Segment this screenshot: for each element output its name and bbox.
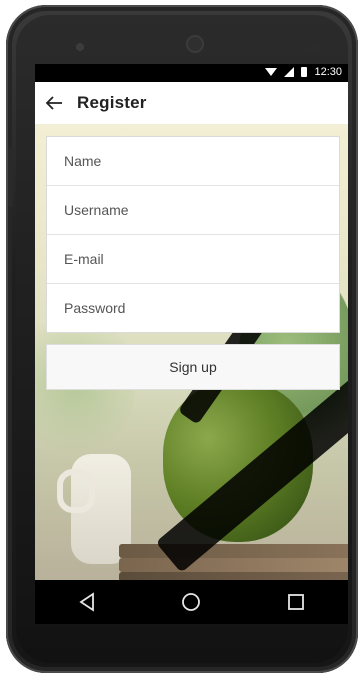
nav-back-button[interactable] bbox=[67, 582, 107, 622]
front-camera bbox=[76, 43, 84, 51]
username-field[interactable] bbox=[47, 186, 339, 235]
speaker-grille bbox=[186, 35, 204, 53]
content-area: Sign up bbox=[35, 124, 348, 580]
email-input[interactable] bbox=[62, 250, 316, 268]
arrow-left-icon bbox=[45, 96, 62, 110]
sign-up-button[interactable]: Sign up bbox=[46, 344, 340, 390]
status-bar: 12:30 bbox=[35, 64, 348, 82]
side-button bbox=[8, 147, 13, 207]
password-field[interactable] bbox=[47, 284, 339, 332]
home-circle-icon bbox=[182, 593, 201, 611]
teacup-handle bbox=[57, 469, 95, 513]
status-icons: 12:30 bbox=[265, 66, 342, 78]
password-input[interactable] bbox=[62, 299, 316, 317]
recent-square-icon bbox=[287, 594, 304, 610]
battery-icon bbox=[301, 67, 308, 77]
book bbox=[119, 544, 348, 558]
proximity-sensor bbox=[306, 45, 322, 51]
navigation-bar bbox=[35, 580, 348, 624]
wifi-icon bbox=[265, 68, 278, 76]
signal-icon bbox=[284, 67, 295, 77]
back-triangle-icon bbox=[79, 592, 95, 612]
back-button[interactable] bbox=[39, 82, 69, 124]
app-bar: Register bbox=[35, 82, 348, 124]
page-title: Register bbox=[77, 93, 147, 112]
book bbox=[119, 558, 348, 572]
username-input[interactable] bbox=[62, 201, 316, 219]
name-input[interactable] bbox=[62, 152, 316, 170]
book bbox=[119, 572, 348, 580]
nav-home-button[interactable] bbox=[171, 582, 211, 622]
status-time: 12:30 bbox=[314, 66, 342, 78]
register-form bbox=[46, 136, 340, 333]
screen: 12:30 Register Name Username E-mail Sign… bbox=[35, 64, 348, 624]
nav-recent-button[interactable] bbox=[276, 582, 316, 622]
email-field[interactable] bbox=[47, 235, 339, 284]
sign-up-label: Sign up bbox=[169, 359, 217, 375]
name-field[interactable] bbox=[47, 137, 339, 186]
book-stack-image bbox=[119, 544, 348, 580]
